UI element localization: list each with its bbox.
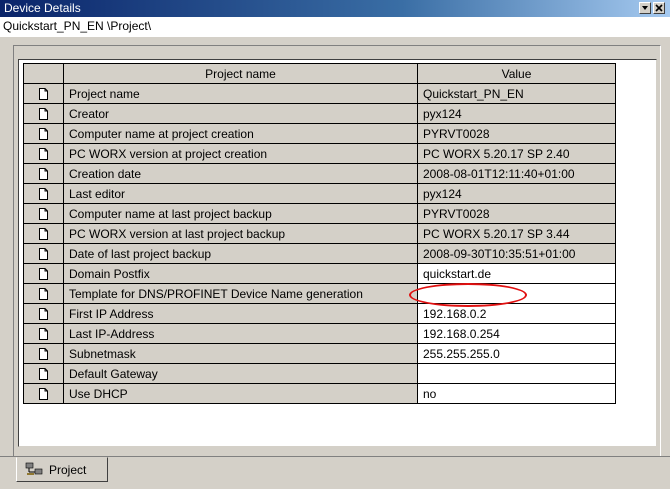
row-icon-cell: [23, 303, 64, 324]
document-icon: [39, 188, 48, 201]
property-name: First IP Address: [63, 303, 418, 324]
project-path-bar: Quickstart_PN_EN \Project\: [0, 17, 670, 37]
close-button[interactable]: [653, 2, 665, 14]
grid-row[interactable]: PC WORX version at last project backup PC…: [23, 223, 616, 244]
document-icon: [39, 128, 48, 141]
property-name: PC WORX version at last project backup: [63, 223, 418, 244]
row-icon-cell: [23, 83, 64, 104]
property-name: Subnetmask: [63, 343, 418, 364]
project-tree-icon: [25, 462, 43, 479]
grid-row[interactable]: Template for DNS/PROFINET Device Name ge…: [23, 283, 616, 304]
property-value: PC WORX 5.20.17 SP 3.44: [417, 223, 616, 244]
row-icon-cell: [23, 123, 64, 144]
property-name: Template for DNS/PROFINET Device Name ge…: [63, 283, 418, 304]
property-value: 2008-08-01T12:11:40+01:00: [417, 163, 616, 184]
property-name: Project name: [63, 83, 418, 104]
document-icon: [39, 228, 48, 241]
grid-row[interactable]: Default Gateway: [23, 363, 616, 384]
document-icon: [39, 208, 48, 221]
document-icon: [39, 248, 48, 261]
property-value: Quickstart_PN_EN: [417, 83, 616, 104]
device-details-window: Device Details Quickstart_PN_EN \Project…: [0, 0, 670, 489]
row-icon-cell: [23, 383, 64, 404]
row-icon-cell: [23, 243, 64, 264]
row-icon-cell: [23, 163, 64, 184]
property-name: Computer name at project creation: [63, 123, 418, 144]
grid-row[interactable]: Date of last project backup 2008-09-30T10…: [23, 243, 616, 264]
property-name: Creation date: [63, 163, 418, 184]
grid-row[interactable]: Use DHCP no: [23, 383, 616, 404]
grid-row[interactable]: Subnetmask 255.255.255.0: [23, 343, 616, 364]
document-icon: [39, 108, 48, 121]
grid-row[interactable]: PC WORX version at project creation PC WO…: [23, 143, 616, 164]
tab-project[interactable]: Project: [16, 457, 108, 482]
grid-row[interactable]: Computer name at project creation PYRVT00…: [23, 123, 616, 144]
row-icon-cell: [23, 143, 64, 164]
property-value-field[interactable]: 192.168.0.254: [417, 323, 616, 344]
property-name: Date of last project backup: [63, 243, 418, 264]
property-name: PC WORX version at project creation: [63, 143, 418, 164]
tab-strip: Project: [0, 457, 670, 489]
row-icon-cell: [23, 343, 64, 364]
row-icon-cell: [23, 283, 64, 304]
document-icon: [39, 368, 48, 381]
grid-row[interactable]: Domain Postfix quickstart.de: [23, 263, 616, 284]
grid-row[interactable]: Creator pyx124: [23, 103, 616, 124]
document-icon: [39, 388, 48, 401]
row-icon-cell: [23, 223, 64, 244]
row-icon-cell: [23, 203, 64, 224]
property-value: 2008-09-30T10:35:51+01:00: [417, 243, 616, 264]
property-value-field[interactable]: no: [417, 383, 616, 404]
grid-row[interactable]: Project name Quickstart_PN_EN: [23, 83, 616, 104]
property-name: Domain Postfix: [63, 263, 418, 284]
property-name: Last editor: [63, 183, 418, 204]
window-title: Device Details: [4, 1, 81, 15]
row-icon-cell: [23, 103, 64, 124]
property-name: Use DHCP: [63, 383, 418, 404]
grid-row[interactable]: Computer name at last project backup PYRV…: [23, 203, 616, 224]
header-value[interactable]: Value: [417, 63, 616, 84]
property-value: pyx124: [417, 103, 616, 124]
tab-project-label: Project: [49, 463, 87, 477]
property-value-field[interactable]: 192.168.0.2: [417, 303, 616, 324]
window-menu-button[interactable]: [639, 2, 651, 14]
document-icon: [39, 308, 48, 321]
property-value: PYRVT0028: [417, 123, 616, 144]
grid-header-row: Project name Value: [23, 63, 616, 84]
document-icon: [39, 328, 48, 341]
property-name: Last IP-Address: [63, 323, 418, 344]
property-value-field[interactable]: 255.255.255.0: [417, 343, 616, 364]
row-icon-cell: [23, 323, 64, 344]
property-value-field[interactable]: [417, 363, 616, 384]
property-name: Creator: [63, 103, 418, 124]
property-value: PYRVT0028: [417, 203, 616, 224]
chevron-down-icon: [642, 6, 648, 10]
row-icon-cell: [23, 363, 64, 384]
property-value: PC WORX 5.20.17 SP 2.40: [417, 143, 616, 164]
close-icon: [655, 4, 663, 12]
project-path: Quickstart_PN_EN \Project\: [3, 19, 152, 33]
document-icon: [39, 348, 48, 361]
property-name: Default Gateway: [63, 363, 418, 384]
row-icon-cell: [23, 183, 64, 204]
title-bar: Device Details: [0, 0, 670, 17]
header-icon-column: [23, 63, 64, 84]
document-icon: [39, 288, 48, 301]
property-value-field[interactable]: quickstart.de: [417, 263, 616, 284]
properties-grid: Project name Value Project name Quickstar…: [23, 63, 616, 404]
document-icon: [39, 148, 48, 161]
row-icon-cell: [23, 263, 64, 284]
grid-row[interactable]: Last IP-Address 192.168.0.254: [23, 323, 616, 344]
document-icon: [39, 88, 48, 101]
property-value: pyx124: [417, 183, 616, 204]
property-value-field[interactable]: [417, 283, 616, 304]
document-icon: [39, 168, 48, 181]
grid-row[interactable]: First IP Address 192.168.0.2: [23, 303, 616, 324]
header-project-name[interactable]: Project name: [63, 63, 418, 84]
property-name: Computer name at last project backup: [63, 203, 418, 224]
grid-row[interactable]: Last editor pyx124: [23, 183, 616, 204]
grid-row[interactable]: Creation date 2008-08-01T12:11:40+01:00: [23, 163, 616, 184]
document-icon: [39, 268, 48, 281]
